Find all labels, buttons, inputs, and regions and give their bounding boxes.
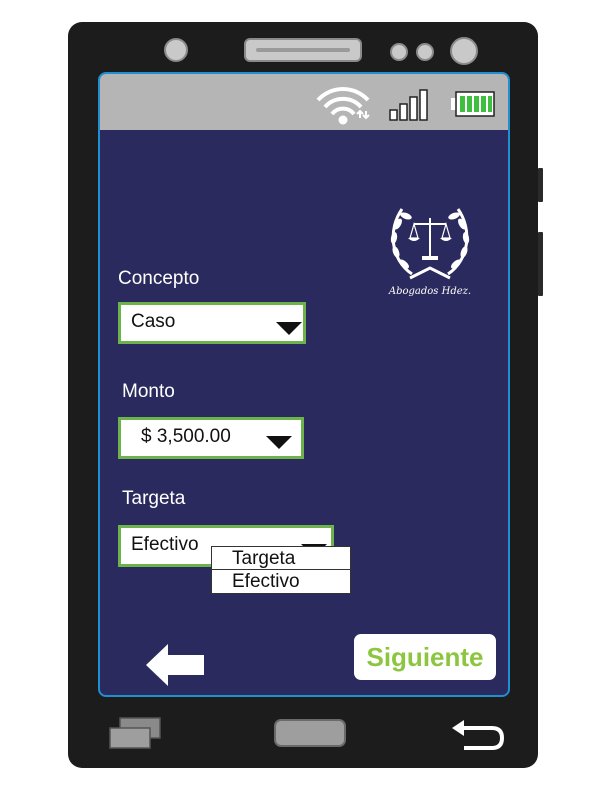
signal-bars-icon (389, 89, 428, 121)
targeta-value: Efectivo (131, 534, 199, 555)
phone-frame: Abogados Hdez. Concepto Caso Monto $ 3,5… (68, 22, 543, 768)
app-screen: Abogados Hdez. Concepto Caso Monto $ 3,5… (98, 72, 510, 697)
sensor-dot (390, 43, 408, 61)
recent-apps-icon[interactable] (108, 716, 164, 750)
status-bar (100, 74, 508, 130)
chevron-down-icon[interactable] (276, 322, 302, 335)
wifi-icon (316, 87, 370, 125)
next-button[interactable]: Siguiente (354, 634, 496, 680)
monto-select[interactable]: $ 3,500.00 (118, 417, 304, 459)
back-nav-icon[interactable] (450, 718, 506, 750)
dropdown-option-targeta[interactable]: Targeta (212, 547, 350, 570)
chevron-down-icon[interactable] (266, 436, 292, 449)
concepto-select[interactable]: Caso (118, 302, 306, 344)
concepto-label: Concepto (118, 268, 200, 289)
front-camera (164, 38, 188, 62)
monto-label: Monto (122, 381, 175, 402)
monto-value: $ 3,500.00 (141, 426, 231, 447)
targeta-label: Targeta (122, 488, 186, 509)
scales-laurel-icon (390, 208, 470, 280)
side-button-lower (538, 232, 543, 296)
battery-icon (451, 91, 495, 117)
logo-text: Abogados Hdez. (388, 286, 472, 297)
sensor-dot (416, 43, 434, 61)
concepto-value: Caso (131, 311, 176, 332)
targeta-dropdown-list: Targeta Efectivo (211, 546, 351, 594)
arrow-left-icon[interactable] (144, 642, 206, 688)
home-button[interactable] (274, 719, 346, 747)
law-firm-logo: Abogados Hdez. (380, 194, 480, 314)
earpiece-speaker (244, 38, 362, 62)
side-button-upper (538, 168, 543, 202)
dropdown-option-efectivo[interactable]: Efectivo (212, 570, 350, 593)
rear-camera-lens (450, 37, 478, 65)
